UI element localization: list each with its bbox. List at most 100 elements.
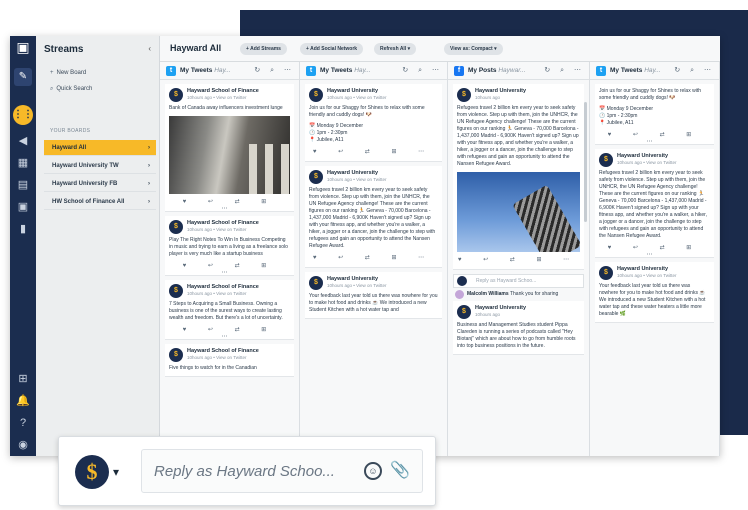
column-tools-icons[interactable]: ↻ ⌕ ⋯	[674, 66, 715, 75]
comment-text: Thank you for sharing	[509, 291, 559, 297]
comment-author[interactable]: Malcolm Williams	[467, 291, 509, 297]
post-author[interactable]: Hayward School of Finance	[187, 284, 290, 291]
post-card[interactable]: $ Hayward University 10hours ago • View …	[595, 149, 714, 258]
quick-search-label: Quick Search	[56, 86, 93, 92]
analytics-icon[interactable]: ▮	[15, 222, 31, 236]
quick-search-link[interactable]: ⌕ Quick Search	[50, 86, 92, 93]
account-avatar[interactable]: $	[75, 455, 109, 489]
board-title: Hayward All	[170, 43, 222, 53]
post-image-building[interactable]	[169, 116, 290, 194]
left-rail: ▣ ✎ ⋮⋮ ◀ ▦ ▤ ▣ ▮ ⊞ 🔔 ? ◉	[10, 36, 36, 456]
compose-icon[interactable]: ✎	[14, 68, 32, 86]
streams-title: Streams	[44, 44, 84, 55]
board-item-finance-all[interactable]: HW School of Finance All ›	[44, 194, 156, 210]
post-actions[interactable]: ♥ ↩ ⇄ ⊞ ⋯	[169, 198, 290, 212]
post-actions[interactable]: ♥ ↩ ⇄ ⊞ ⋯	[169, 326, 290, 340]
refresh-all-button[interactable]: Refresh All ▾	[374, 43, 417, 55]
post-image-stadium-lights[interactable]	[457, 172, 580, 252]
view-as-dropdown[interactable]: View as: Compact ▾	[444, 43, 503, 55]
stream-column-my-tweets-3: t My Tweets Hay... ↻ ⌕ ⋯ Join us for our…	[590, 62, 720, 456]
column-header: t My Tweets Hay... ↻ ⌕ ⋯	[160, 62, 299, 80]
stream-column-my-posts: f My Posts Haywar... ↻ ⌕ ⋯ $ Hayward Uni…	[448, 62, 590, 456]
collapse-panel-icon[interactable]: ‹	[148, 44, 151, 53]
post-author[interactable]: Hayward University	[327, 170, 438, 177]
post-card[interactable]: $ Hayward School of Finance 10hours ago …	[165, 280, 294, 340]
comment: Malcolm Williams Thank you for sharing	[453, 290, 584, 299]
post-body: Your feedback last year told us there wa…	[599, 283, 706, 317]
board-item-hayward-all[interactable]: Hayward All ›	[44, 140, 156, 156]
help-icon[interactable]: ?	[15, 416, 31, 430]
post-card[interactable]: $ Hayward School of Finance 10hours ago …	[165, 216, 294, 276]
post-author[interactable]: Hayward School of Finance	[187, 220, 290, 227]
reply-placeholder: Reply as Hayward Schoo...	[154, 463, 335, 480]
event-time: 🕐 1pm - 2:30pm	[309, 130, 348, 136]
post-actions[interactable]: ♥ ↩ ⇄ ⊞ ⋯	[457, 256, 580, 265]
post-card[interactable]: $ Hayward University 10hours ago • View …	[305, 272, 442, 319]
apps-icon[interactable]: ⊞	[15, 372, 31, 386]
post-card[interactable]: Join us for our Shaggy for Shines to rel…	[595, 84, 714, 145]
post-meta: 10hours ago • View on Twitter	[327, 95, 387, 100]
post-card[interactable]: $ Hayward University 10hours ago • View …	[305, 84, 442, 162]
post-author[interactable]: Hayward University	[327, 88, 438, 95]
event-location: 📍 Jubilee, A11	[599, 120, 634, 126]
assignments-icon[interactable]: ▣	[15, 200, 31, 214]
attachment-icon[interactable]: 📎	[390, 460, 410, 480]
post-card[interactable]: $ Hayward University 10hours ago Busines…	[453, 301, 584, 355]
add-streams-button[interactable]: + Add Streams	[240, 43, 287, 55]
board-item-university-fb[interactable]: Hayward University FB ›	[44, 176, 156, 192]
post-meta: 10hours ago • View on Twitter	[617, 273, 677, 278]
publisher-icon[interactable]: ◀	[15, 134, 31, 148]
search-icon: ⌕	[50, 86, 54, 92]
marketing-composite: ▣ ✎ ⋮⋮ ◀ ▦ ▤ ▣ ▮ ⊞ 🔔 ? ◉ Streams ‹ + New …	[0, 0, 748, 510]
column-title: My Tweets Hay...	[610, 67, 661, 74]
avatar	[457, 276, 467, 286]
streams-icon[interactable]: ⋮⋮	[13, 105, 33, 125]
post-meta: 10hours ago	[475, 95, 501, 100]
facebook-icon: f	[454, 66, 464, 76]
avatar: $	[309, 276, 323, 290]
post-body: Play The Right Notes To Win In Business …	[169, 237, 288, 257]
post-card[interactable]: $ Hayward University 10hours ago Refugee…	[453, 84, 584, 270]
profile-avatar[interactable]: ◉	[15, 438, 31, 452]
post-body: Refugees travel 2 billion km every year …	[309, 187, 436, 249]
inbox-icon[interactable]: ▤	[15, 178, 31, 192]
post-author[interactable]: Hayward University	[617, 153, 710, 160]
new-board-link[interactable]: + New Board	[50, 70, 86, 76]
board-item-university-tw[interactable]: Hayward University TW ›	[44, 158, 156, 174]
calendar-icon[interactable]: ▦	[15, 156, 31, 170]
post-actions[interactable]: ♥ ↩ ⇄ ⊞ ⋯	[309, 148, 438, 157]
emoji-icon[interactable]: ☺	[364, 462, 382, 480]
post-actions[interactable]: ♥ ↩ ⇄ ⊞ ⋯	[169, 262, 290, 276]
chevron-right-icon: ›	[148, 145, 150, 151]
post-actions[interactable]: ♥ ↩ ⇄ ⊞ ⋯	[599, 244, 710, 258]
chevron-down-icon[interactable]: ▾	[113, 465, 119, 479]
column-scrollbar[interactable]	[584, 102, 587, 222]
notifications-icon[interactable]: 🔔	[15, 394, 31, 408]
post-card[interactable]: $ Hayward University 10hours ago • View …	[305, 166, 442, 268]
post-author[interactable]: Hayward School of Finance	[187, 88, 290, 95]
post-author[interactable]: Hayward University	[327, 276, 438, 283]
post-actions[interactable]: ♥ ↩ ⇄ ⊞ ⋯	[309, 254, 438, 263]
post-card[interactable]: $ Hayward University 10hours ago • View …	[595, 262, 714, 323]
post-meta: 10hours ago • View on Twitter	[187, 95, 247, 100]
reply-input[interactable]: Reply as Hayward Schoo... ☺ 📎	[141, 449, 423, 493]
hootsuite-logo-icon[interactable]: ▣	[13, 40, 33, 58]
post-author[interactable]: Hayward University	[617, 266, 710, 273]
post-card[interactable]: $ Hayward School of Finance 10hours ago …	[165, 84, 294, 212]
column-header: t My Tweets Hay... ↻ ⌕ ⋯	[300, 62, 447, 80]
add-social-network-button[interactable]: + Add Social Network	[300, 43, 364, 55]
post-author[interactable]: Hayward University	[475, 88, 580, 95]
post-author[interactable]: Hayward University	[475, 305, 580, 312]
chevron-right-icon: ›	[148, 199, 150, 205]
avatar: $	[169, 284, 183, 298]
column-tools-icons[interactable]: ↻ ⌕ ⋯	[544, 66, 585, 75]
post-meta: 10hours ago	[475, 312, 501, 317]
column-tools-icons[interactable]: ↻ ⌕ ⋯	[402, 66, 443, 75]
post-body: Refugees travel 2 billion km every year …	[457, 105, 579, 167]
post-card[interactable]: $ Hayward School of Finance 10hours ago …	[165, 344, 294, 377]
post-actions[interactable]: ♥ ↩ ⇄ ⊞ ⋯	[599, 131, 710, 145]
post-author[interactable]: Hayward School of Finance	[187, 348, 290, 355]
event-date: 📅 Monday 9 December	[599, 106, 654, 112]
inline-reply-field[interactable]: Reply as Hayward Schoo...	[453, 274, 584, 288]
column-tools-icons[interactable]: ↻ ⌕ ⋯	[254, 66, 295, 75]
